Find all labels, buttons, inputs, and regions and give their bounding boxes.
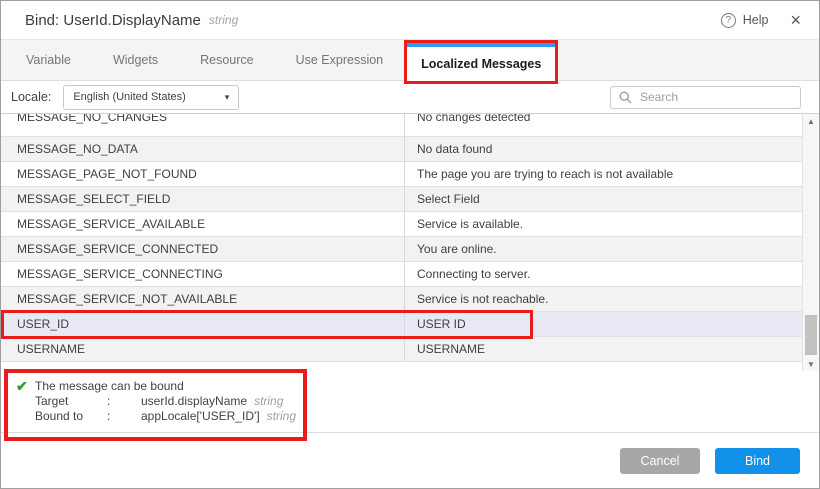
table-row[interactable]: MESSAGE_SERVICE_CONNECTEDYou are online. bbox=[1, 237, 804, 262]
message-value: No data found bbox=[405, 137, 804, 161]
status-lines: The message can be bound Target:userId.d… bbox=[35, 379, 296, 424]
tab-bar: VariableWidgetsResourceUse ExpressionLoc… bbox=[1, 39, 819, 81]
message-key: MESSAGE_PAGE_NOT_FOUND bbox=[1, 162, 405, 186]
message-value: USERNAME bbox=[405, 337, 804, 361]
toolbar: Locale: English (United States) ▾ bbox=[1, 81, 819, 113]
locale-dropdown[interactable]: English (United States) ▾ bbox=[63, 85, 239, 110]
tab-variable[interactable]: Variable bbox=[5, 40, 92, 80]
message-key: MESSAGE_SERVICE_AVAILABLE bbox=[1, 212, 405, 236]
message-key: MESSAGE_SERVICE_CONNECTING bbox=[1, 262, 405, 286]
search-input[interactable] bbox=[638, 89, 792, 105]
tab-localized-messages[interactable]: Localized Messages bbox=[407, 43, 555, 81]
bind-button[interactable]: Bind bbox=[715, 448, 800, 474]
status-row-separator: : bbox=[107, 409, 141, 424]
dialog-footer: Cancel Bind bbox=[1, 432, 819, 488]
cancel-button[interactable]: Cancel bbox=[620, 448, 700, 474]
status-row-label: Target bbox=[35, 394, 107, 409]
search-box[interactable] bbox=[610, 86, 801, 109]
messages-table: MESSAGE_NO_CHANGESNo changes detectedMES… bbox=[1, 113, 819, 371]
scrollbar-up-icon[interactable]: ▲ bbox=[803, 117, 819, 126]
status-row-type: string bbox=[267, 409, 296, 424]
table-row[interactable]: USERNAMEUSERNAME bbox=[1, 337, 804, 362]
table-row[interactable]: MESSAGE_PAGE_NOT_FOUNDThe page you are t… bbox=[1, 162, 804, 187]
message-key: MESSAGE_SELECT_FIELD bbox=[1, 187, 405, 211]
message-key: MESSAGE_NO_DATA bbox=[1, 137, 405, 161]
locale-label: Locale: bbox=[11, 90, 51, 104]
status-binding-row: Target:userId.displayName string bbox=[35, 394, 296, 409]
table-row[interactable]: MESSAGE_SERVICE_CONNECTINGConnecting to … bbox=[1, 262, 804, 287]
message-value: Select Field bbox=[405, 187, 804, 211]
scrollbar-thumb[interactable] bbox=[805, 315, 817, 355]
status-row-value: appLocale['USER_ID'] bbox=[141, 409, 260, 424]
chevron-down-icon: ▾ bbox=[225, 92, 230, 103]
table-row[interactable]: MESSAGE_SERVICE_NOT_AVAILABLEService is … bbox=[1, 287, 804, 312]
table-body: MESSAGE_NO_CHANGESNo changes detectedMES… bbox=[1, 114, 804, 362]
message-value: USER ID bbox=[405, 312, 804, 336]
message-key: USER_ID bbox=[1, 312, 405, 336]
message-value: Service is available. bbox=[405, 212, 804, 236]
message-key: MESSAGE_SERVICE_CONNECTED bbox=[1, 237, 405, 261]
locale-selected-value: English (United States) bbox=[73, 91, 186, 103]
search-icon bbox=[619, 91, 632, 104]
table-row[interactable]: MESSAGE_SERVICE_AVAILABLEService is avai… bbox=[1, 212, 804, 237]
tab-widgets[interactable]: Widgets bbox=[92, 40, 179, 80]
status-row-type: string bbox=[254, 394, 283, 409]
binding-type-label: string bbox=[209, 13, 238, 27]
message-value: You are online. bbox=[405, 237, 804, 261]
table-row[interactable]: MESSAGE_NO_CHANGESNo changes detected bbox=[1, 114, 804, 137]
table-row[interactable]: MESSAGE_NO_DATANo data found bbox=[1, 137, 804, 162]
page-title: Bind: UserId.DisplayName bbox=[25, 12, 201, 29]
bind-dialog: Bind: UserId.DisplayName string ? Help ×… bbox=[0, 0, 820, 489]
tab-use-expression[interactable]: Use Expression bbox=[275, 40, 405, 80]
table-row[interactable]: MESSAGE_SELECT_FIELDSelect Field bbox=[1, 187, 804, 212]
success-check-icon: ✔ bbox=[16, 379, 35, 424]
close-icon[interactable]: × bbox=[790, 12, 801, 28]
status-content: ✔ The message can be bound Target:userId… bbox=[1, 371, 819, 424]
message-key: MESSAGE_SERVICE_NOT_AVAILABLE bbox=[1, 287, 405, 311]
annotation-box-active-tab: Localized Messages bbox=[404, 40, 558, 84]
binding-status-panel: ✔ The message can be bound Target:userId… bbox=[1, 371, 819, 434]
status-binding-row: Bound to:appLocale['USER_ID'] string bbox=[35, 409, 296, 424]
help-button[interactable]: Help bbox=[743, 13, 769, 27]
message-key: MESSAGE_NO_CHANGES bbox=[1, 114, 405, 136]
message-value: Connecting to server. bbox=[405, 262, 804, 286]
status-message: The message can be bound bbox=[35, 379, 296, 394]
vertical-scrollbar[interactable]: ▲ ▼ bbox=[802, 114, 819, 371]
status-row-value: userId.displayName bbox=[141, 394, 247, 409]
message-key: USERNAME bbox=[1, 337, 405, 361]
header-actions: ? Help × bbox=[721, 12, 801, 28]
scrollbar-down-icon[interactable]: ▼ bbox=[803, 360, 819, 369]
status-row-separator: : bbox=[107, 394, 141, 409]
message-value: Service is not reachable. bbox=[405, 287, 804, 311]
tab-resource[interactable]: Resource bbox=[179, 40, 275, 80]
message-value: No changes detected bbox=[405, 114, 804, 136]
table-row[interactable]: USER_IDUSER ID bbox=[1, 312, 804, 337]
dialog-header: Bind: UserId.DisplayName string ? Help × bbox=[1, 1, 819, 39]
status-row-label: Bound to bbox=[35, 409, 107, 424]
message-value: The page you are trying to reach is not … bbox=[405, 162, 804, 186]
help-icon[interactable]: ? bbox=[721, 13, 736, 28]
